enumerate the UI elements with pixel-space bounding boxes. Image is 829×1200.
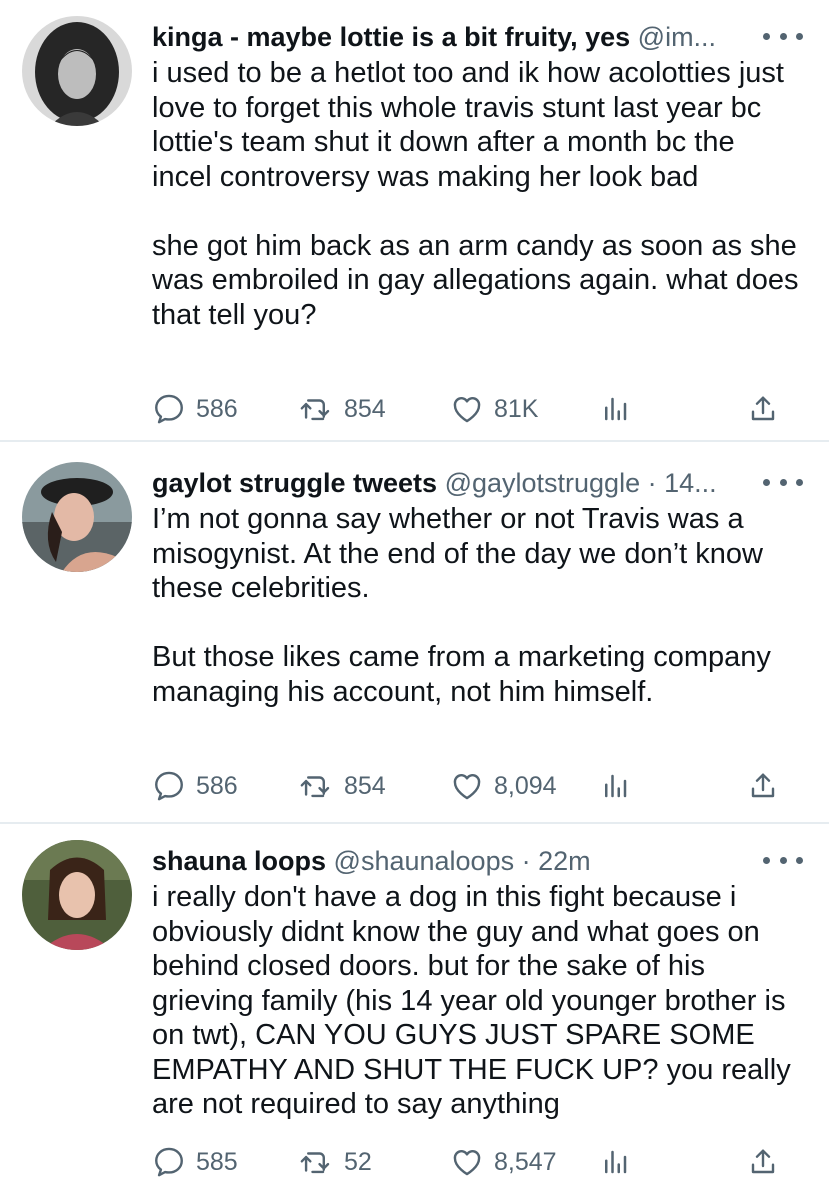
like-button[interactable]: 81K [450, 389, 538, 429]
views-icon [600, 1145, 630, 1179]
reply-button[interactable]: 586 [152, 766, 238, 806]
reply-count: 585 [196, 1147, 238, 1176]
views-icon [600, 392, 630, 426]
reply-icon [152, 392, 186, 426]
tweet-paragraph: I’m not gonna say whether or not Travis … [152, 503, 763, 604]
separator-dot: · [647, 468, 657, 498]
reply-icon [152, 1145, 186, 1179]
more-icon[interactable] [763, 26, 803, 46]
views-button[interactable] [600, 766, 630, 806]
timestamp[interactable]: 22m [538, 846, 591, 876]
display-name[interactable]: kinga - maybe lottie is a bit fruity, ye… [152, 22, 630, 52]
tweet-paragraph: i really don't have a dog in this fight … [152, 881, 791, 1120]
tweet-paragraph: i used to be a hetlot too and ik how aco… [152, 57, 784, 193]
share-icon [747, 769, 779, 803]
more-icon[interactable] [763, 850, 803, 870]
reply-icon [152, 769, 186, 803]
tweet-text: i used to be a hetlot too and ik how aco… [152, 56, 802, 332]
tweet-header: gaylot struggle tweets @gaylotstruggle ·… [152, 466, 759, 500]
like-icon [450, 769, 484, 803]
like-button[interactable]: 8,547 [450, 1142, 557, 1182]
action-bar: 586 854 81K [152, 389, 792, 429]
tweet-header: kinga - maybe lottie is a bit fruity, ye… [152, 20, 759, 54]
tweet-paragraph: But those likes came from a marketing co… [152, 641, 771, 708]
like-icon [450, 1145, 484, 1179]
share-icon [747, 1145, 779, 1179]
retweet-count: 854 [344, 394, 386, 423]
timestamp[interactable]: 14... [664, 468, 717, 498]
retweet-button[interactable]: 52 [298, 1142, 372, 1182]
like-count: 81K [494, 394, 539, 423]
like-count: 8,547 [494, 1147, 557, 1176]
tweet-paragraph: she got him back as an arm candy as soon… [152, 229, 799, 331]
reply-button[interactable]: 585 [152, 1142, 238, 1182]
retweet-button[interactable]: 854 [298, 766, 386, 806]
tweet-header: shauna loops @shaunaloops · 22m [152, 844, 759, 878]
action-bar: 585 52 8,547 [152, 1142, 792, 1182]
like-button[interactable]: 8,094 [450, 766, 557, 806]
views-icon [600, 769, 630, 803]
like-icon [450, 392, 484, 426]
reply-count: 586 [196, 771, 238, 800]
retweet-count: 854 [344, 771, 386, 800]
more-icon[interactable] [763, 472, 803, 492]
retweet-count: 52 [344, 1147, 372, 1176]
user-handle[interactable]: @gaylotstruggle [445, 468, 641, 498]
retweet-icon [298, 1145, 334, 1179]
avatar[interactable] [22, 840, 132, 950]
avatar[interactable] [22, 16, 132, 126]
share-icon [747, 392, 779, 426]
user-handle[interactable]: @im... [638, 22, 716, 52]
share-button[interactable] [747, 1142, 779, 1182]
tweet-card[interactable]: gaylot struggle tweets @gaylotstruggle ·… [0, 442, 829, 824]
retweet-icon [298, 392, 334, 426]
tweet-text: i really don't have a dog in this fight … [152, 880, 802, 1122]
share-button[interactable] [747, 766, 779, 806]
avatar[interactable] [22, 462, 132, 572]
tweet-card[interactable]: kinga - maybe lottie is a bit fruity, ye… [0, 0, 829, 442]
share-button[interactable] [747, 389, 779, 429]
reply-count: 586 [196, 394, 238, 423]
views-button[interactable] [600, 1142, 630, 1182]
user-handle[interactable]: @shaunaloops [334, 846, 515, 876]
display-name[interactable]: shauna loops [152, 846, 326, 876]
like-count: 8,094 [494, 771, 557, 800]
views-button[interactable] [600, 389, 630, 429]
display-name[interactable]: gaylot struggle tweets [152, 468, 437, 498]
tweet-text: I’m not gonna say whether or not Travis … [152, 502, 802, 709]
separator-dot: · [521, 846, 531, 876]
retweet-icon [298, 769, 334, 803]
tweet-card[interactable]: shauna loops @shaunaloops · 22m i really… [0, 824, 829, 1200]
retweet-button[interactable]: 854 [298, 389, 386, 429]
action-bar: 586 854 8,094 [152, 766, 792, 806]
reply-button[interactable]: 586 [152, 389, 238, 429]
